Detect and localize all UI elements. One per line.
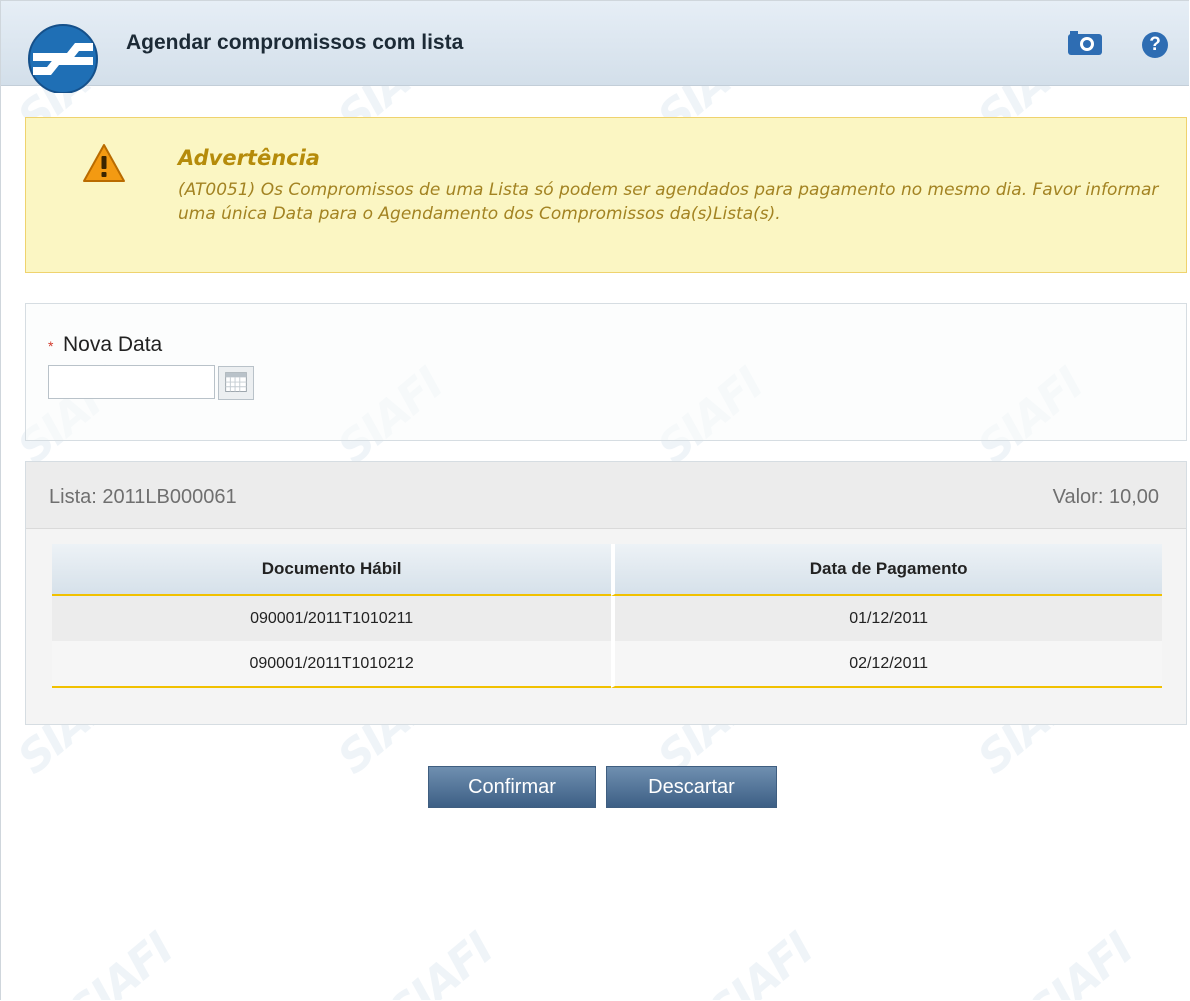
page-header: Agendar compromissos com lista ?	[1, 1, 1189, 93]
lista-label: Lista: 2011LB000061	[49, 486, 237, 508]
page-title: Agendar compromissos com lista	[126, 31, 464, 54]
warning-message: (AT0051) Os Compromissos de uma Lista só…	[178, 180, 1159, 224]
watermark: SIAFI	[58, 923, 183, 1000]
compromissos-table: Documento Hábil Data de Pagamento 090001…	[52, 544, 1162, 688]
confirmar-button[interactable]: Confirmar	[428, 766, 596, 808]
table-row[interactable]: 090001/2011T1010211 01/12/2011	[52, 596, 1162, 641]
warning-icon	[83, 144, 125, 182]
lista-header: Lista: 2011LB000061 Valor: 10,00	[26, 462, 1186, 529]
lista-panel: Lista: 2011LB000061 Valor: 10,00 Documen…	[25, 461, 1187, 725]
data-pagamento-cell: 02/12/2011	[611, 641, 1162, 688]
calendar-icon[interactable]	[218, 366, 254, 400]
calendar-glyph	[225, 372, 247, 392]
watermark: SIAFI	[378, 923, 503, 1000]
watermark: SIAFI	[698, 923, 823, 1000]
column-header-documento[interactable]: Documento Hábil	[52, 544, 612, 596]
watermark: SIAFI	[1018, 923, 1143, 1000]
warning-title: Advertência	[178, 146, 320, 170]
data-pagamento-cell: 01/12/2011	[611, 596, 1162, 641]
lista-valor: Valor: 10,00	[1052, 486, 1159, 508]
table-row[interactable]: 090001/2011T1010212 02/12/2011	[52, 641, 1162, 688]
documento-cell: 090001/2011T1010211	[52, 596, 612, 641]
documento-cell: 090001/2011T1010212	[52, 641, 612, 688]
column-header-data-pagamento[interactable]: Data de Pagamento	[611, 544, 1162, 596]
descartar-button[interactable]: Descartar	[606, 766, 777, 808]
camera-icon[interactable]	[1066, 29, 1104, 57]
required-asterisk: *	[48, 338, 54, 354]
nova-data-label: Nova Data	[63, 333, 163, 356]
siafi-logo	[28, 24, 98, 93]
help-icon[interactable]: ?	[1142, 32, 1168, 58]
nova-data-input[interactable]	[48, 365, 215, 399]
page-frame: SIAFI SIAFI SIAFI SIAFI SIAFI SIAFI SIAF…	[0, 0, 1189, 1000]
warning-box: Advertência (AT0051) Os Compromissos de …	[25, 117, 1187, 273]
date-form-panel: * Nova Data	[25, 303, 1187, 441]
